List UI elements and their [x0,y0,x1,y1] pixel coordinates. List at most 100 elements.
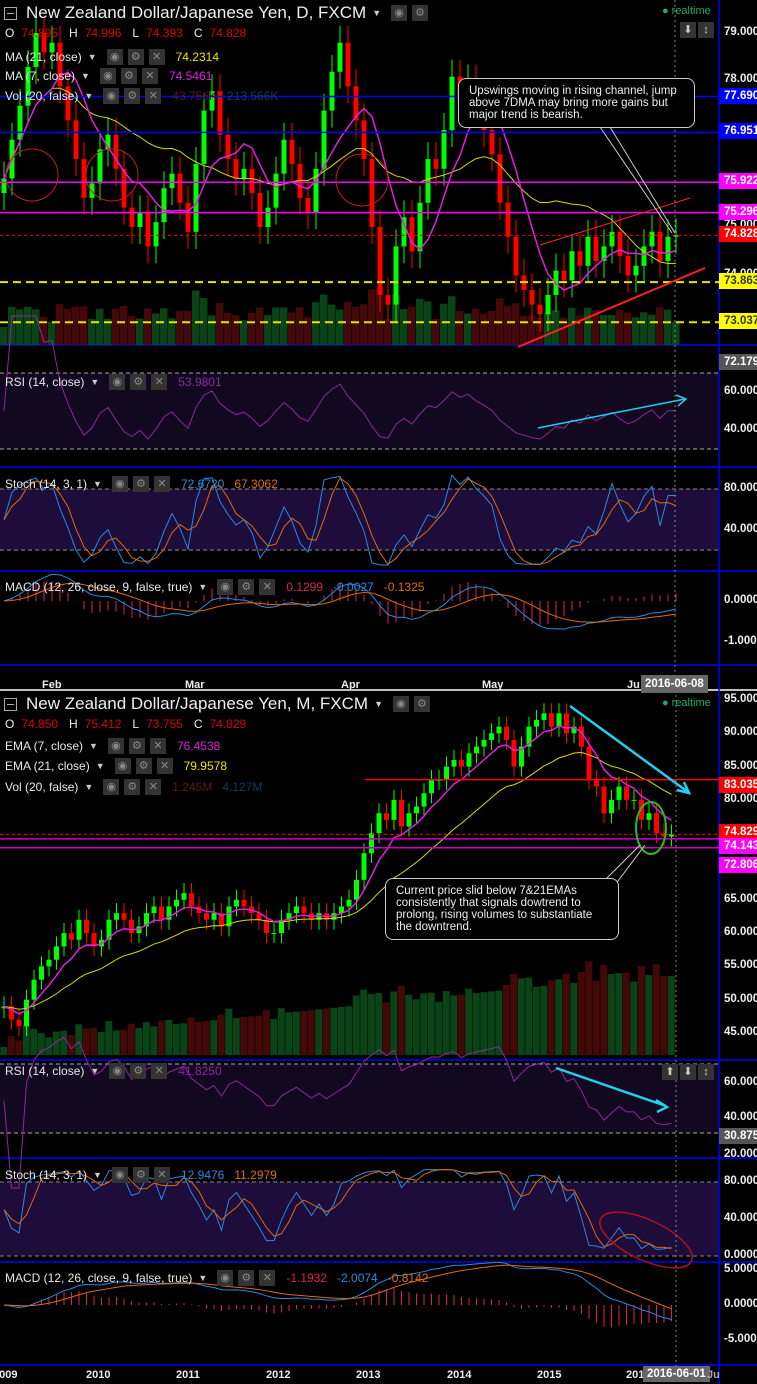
eye-icon[interactable]: ◉ [109,1063,126,1079]
close-icon[interactable]: ✕ [151,374,168,390]
eye-icon[interactable]: ◉ [109,374,126,390]
price-tag: 72.179 [719,354,757,370]
close-icon[interactable]: ✕ [145,88,162,104]
gear-icon[interactable]: ⚙ [120,68,137,84]
indicator-legend[interactable]: RSI (14, close) ▼ ◉ ⚙ ✕ 53.9801 [5,374,222,390]
volume-bar [487,991,495,1055]
eye-icon[interactable]: ◉ [106,49,123,65]
candle [534,719,539,727]
chevron-down-icon[interactable]: ▼ [372,8,381,18]
gear-icon[interactable]: ⚙ [130,374,147,390]
chevron-down-icon[interactable]: ▼ [96,761,105,771]
gear-icon[interactable]: ⚙ [132,476,149,492]
gear-icon[interactable]: ⚙ [130,1063,147,1079]
indicator-legend[interactable]: Stoch (14, 3, 1) ▼ ◉ ⚙ ✕ 12.9476 11.2979 [5,1167,277,1183]
eye-icon[interactable]: ◉ [107,738,124,754]
eye-icon[interactable]: ◉ [217,1270,234,1286]
chevron-down-icon[interactable]: ▼ [81,71,90,81]
eye-icon[interactable]: ◉ [217,579,234,595]
close-icon[interactable]: ✕ [148,49,165,65]
chevron-down-icon[interactable]: ▼ [93,1170,102,1180]
indicator-legend[interactable]: Vol (20, false) ▼ ◉ ⚙ ✕ 1.245M 4.127M [5,779,262,795]
arrows-vertical-button[interactable]: ↕ [698,22,714,38]
candle [421,793,427,807]
eye-icon[interactable]: ◉ [111,1167,128,1183]
close-icon[interactable]: ✕ [156,758,173,774]
gear-icon[interactable]: ⚙ [135,758,152,774]
indicator-legend[interactable]: Vol (20, false) ▼ ◉ ⚙ ✕ 43.756K 213.566K [5,88,278,104]
monthly-annotation[interactable]: Current price slid below 7&21EMAs consis… [385,878,619,940]
candle [529,290,535,305]
daily-annotation[interactable]: Upswings moving in rising channel, jump … [458,78,695,128]
close-icon[interactable]: ✕ [153,476,170,492]
chevron-down-icon[interactable]: ▼ [90,1066,99,1076]
close-icon[interactable]: ✕ [153,1167,170,1183]
chevron-down-icon[interactable]: ▼ [89,741,98,751]
indicator-legend[interactable]: MACD (12, 26, close, 9, false, true) ▼ ◉ ⚙ ✕… [5,1270,428,1286]
volume-bar [172,1024,180,1055]
gear-icon[interactable]: ⚙ [132,1167,149,1183]
chevron-down-icon[interactable]: ▼ [374,699,383,709]
eye-icon[interactable]: ◉ [103,779,120,795]
close-icon[interactable]: ✕ [145,779,162,795]
eye-icon[interactable]: ◉ [103,88,120,104]
volume-bar [615,973,623,1055]
candle [429,779,434,794]
candle [271,933,277,935]
daily-title[interactable]: New Zealand Dollar/Japanese Yen, D, FXCM… [4,3,429,23]
arrow-down-button[interactable]: ⬇ [680,1064,696,1080]
volume-bar [502,984,510,1055]
chevron-down-icon[interactable]: ▼ [198,582,207,592]
eye-icon[interactable]: ◉ [392,696,409,712]
candle [234,899,239,907]
indicator-legend[interactable]: RSI (14, close) ▼ ◉ ⚙ ✕ 41.8250 [5,1063,222,1079]
close-icon[interactable]: ✕ [259,579,276,595]
close-icon[interactable]: ✕ [149,738,166,754]
close-icon[interactable]: ✕ [259,1270,276,1286]
indicator-legend[interactable]: EMA (21, close) ▼ ◉ ⚙ ✕ 79.9578 [5,758,227,774]
indicator-legend[interactable]: EMA (7, close) ▼ ◉ ⚙ ✕ 76.4538 [5,738,220,754]
gear-icon[interactable]: ⚙ [238,1270,255,1286]
arrows-vertical-button[interactable]: ↕ [698,1064,714,1080]
chevron-down-icon[interactable]: ▼ [93,479,102,489]
chevron-down-icon[interactable]: ▼ [88,52,97,62]
indicator-legend[interactable]: MACD (12, 26, close, 9, false, true) ▼ ◉ ⚙ ✕… [5,579,424,595]
volume-bar [450,995,458,1055]
collapse-icon[interactable] [4,6,17,20]
gear-icon[interactable]: ⚙ [124,779,141,795]
gear-icon[interactable]: ⚙ [127,49,144,65]
chevron-down-icon[interactable]: ▼ [90,377,99,387]
close-icon[interactable]: ✕ [151,1063,168,1079]
price-tag: 73.863 [719,273,757,290]
indicator-legend[interactable]: MA (21, close) ▼ ◉ ⚙ ✕ 74.2314 [5,49,219,65]
monthly-title[interactable]: New Zealand Dollar/Japanese Yen, M, FXCM… [4,694,431,714]
gear-icon[interactable]: ⚙ [124,88,141,104]
chevron-down-icon[interactable]: ▼ [84,91,93,101]
chevron-down-icon[interactable]: ▼ [84,782,93,792]
monthly-ohlc: O 74.850 H 75.412 L 73.755 C 74.829 [5,717,253,731]
gear-icon[interactable]: ⚙ [238,579,255,595]
volume-bar [435,1001,443,1055]
stoch-band [0,1182,719,1256]
candle [549,713,554,727]
gear-icon[interactable]: ⚙ [413,696,430,712]
collapse-icon[interactable] [4,697,17,711]
indicator-label: Stoch (14, 3, 1) [5,477,88,491]
eye-icon[interactable]: ◉ [99,68,116,84]
eye-icon[interactable]: ◉ [114,758,131,774]
monthly-symbol-title: New Zealand Dollar/Japanese Yen, M, FXCM [26,694,369,713]
candle [409,217,415,252]
arrow-up-button[interactable]: ⬆ [662,1064,678,1080]
gear-icon[interactable]: ⚙ [128,738,145,754]
gear-icon[interactable]: ⚙ [412,5,429,21]
candle [337,42,343,72]
eye-icon[interactable]: ◉ [111,476,128,492]
close-icon[interactable]: ✕ [141,68,158,84]
volume-bar [180,1023,188,1055]
volume-bar [652,964,660,1055]
indicator-legend[interactable]: MA (7, close) ▼ ◉ ⚙ ✕ 74.5461 [5,68,212,84]
indicator-legend[interactable]: Stoch (14, 3, 1) ▼ ◉ ⚙ ✕ 72.6720 67.3062 [5,476,278,492]
eye-icon[interactable]: ◉ [391,5,408,21]
chevron-down-icon[interactable]: ▼ [198,1273,207,1283]
arrow-down-button[interactable]: ⬇ [680,22,696,38]
